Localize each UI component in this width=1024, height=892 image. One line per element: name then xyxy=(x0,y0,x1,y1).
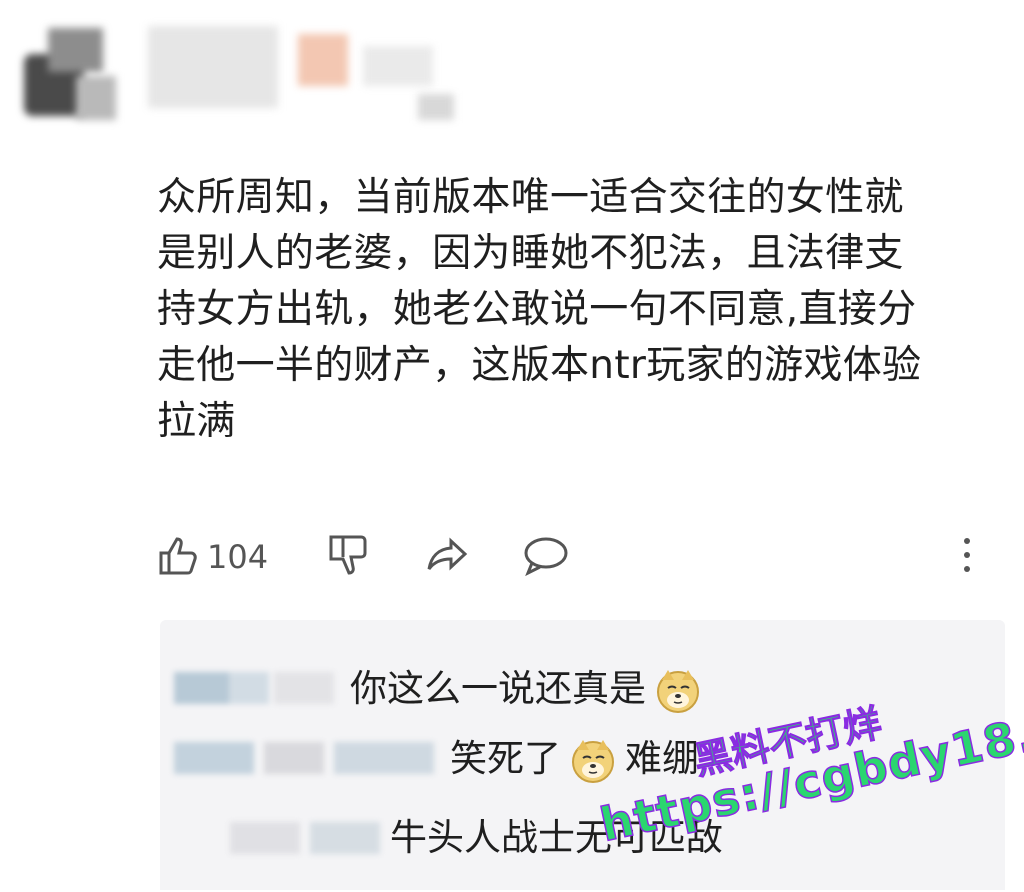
replies-section: 你这么一说还真是 笑死了 难绷 牛头人战士无可匹敌 xyxy=(160,620,1005,890)
reply-username-redacted xyxy=(230,822,390,854)
avatar-mosaic xyxy=(48,28,103,72)
reply-text: 你这么一说还真是 xyxy=(350,664,702,714)
thumbs-down-icon xyxy=(327,533,371,581)
more-icon xyxy=(957,533,977,581)
username-mosaic xyxy=(148,26,278,108)
like-count: 104 xyxy=(207,538,269,576)
like-button[interactable]: 104 xyxy=(157,530,268,584)
reply-item[interactable]: 牛头人战士无可匹敌 xyxy=(160,808,1005,868)
share-icon xyxy=(425,533,471,581)
avatar-mosaic xyxy=(76,76,116,120)
comment-line: 拉满 xyxy=(157,399,236,444)
comment-line: 走他一半的财产，这版本ntr玩家的游戏体验 xyxy=(157,343,922,388)
doge-emoji-icon xyxy=(654,664,702,714)
username-mosaic xyxy=(418,94,454,120)
reply-text: 牛头人战士无可匹敌 xyxy=(390,814,723,862)
username-mosaic xyxy=(363,46,433,86)
comment-icon xyxy=(522,533,570,581)
share-button[interactable] xyxy=(425,530,471,584)
reply-text: 笑死了 难绷 xyxy=(450,734,699,784)
more-button[interactable] xyxy=(957,530,977,584)
reply-text-before: 牛头人战士无可匹敌 xyxy=(390,816,723,859)
dislike-button[interactable] xyxy=(327,530,371,584)
reply-username-redacted xyxy=(174,672,344,704)
reply-button[interactable] xyxy=(522,530,570,584)
comment-line: 持女方出轨，她老公敢说一句不同意,直接分 xyxy=(157,287,917,332)
comment-action-bar: 104 xyxy=(157,530,987,584)
comment-line: 是别人的老婆，因为睡她不犯法，且法律支 xyxy=(157,231,904,276)
reply-item[interactable]: 你这么一说还真是 xyxy=(160,658,1005,718)
reply-text-before: 你这么一说还真是 xyxy=(350,666,646,710)
doge-emoji-icon xyxy=(569,734,617,784)
reply-username-redacted xyxy=(174,742,454,774)
comment-body: 众所周知，当前版本唯一适合交往的女性就 是别人的老婆，因为睡她不犯法，且法律支 … xyxy=(157,170,1007,450)
reply-text-before: 笑死了 xyxy=(450,736,561,780)
user-header-redacted xyxy=(18,6,458,126)
username-mosaic xyxy=(298,34,348,86)
reply-text-after: 难绷 xyxy=(625,736,699,780)
reply-item[interactable]: 笑死了 难绷 xyxy=(160,728,1005,788)
thumbs-up-icon xyxy=(157,533,201,581)
comment-line: 众所周知，当前版本唯一适合交往的女性就 xyxy=(157,175,904,220)
